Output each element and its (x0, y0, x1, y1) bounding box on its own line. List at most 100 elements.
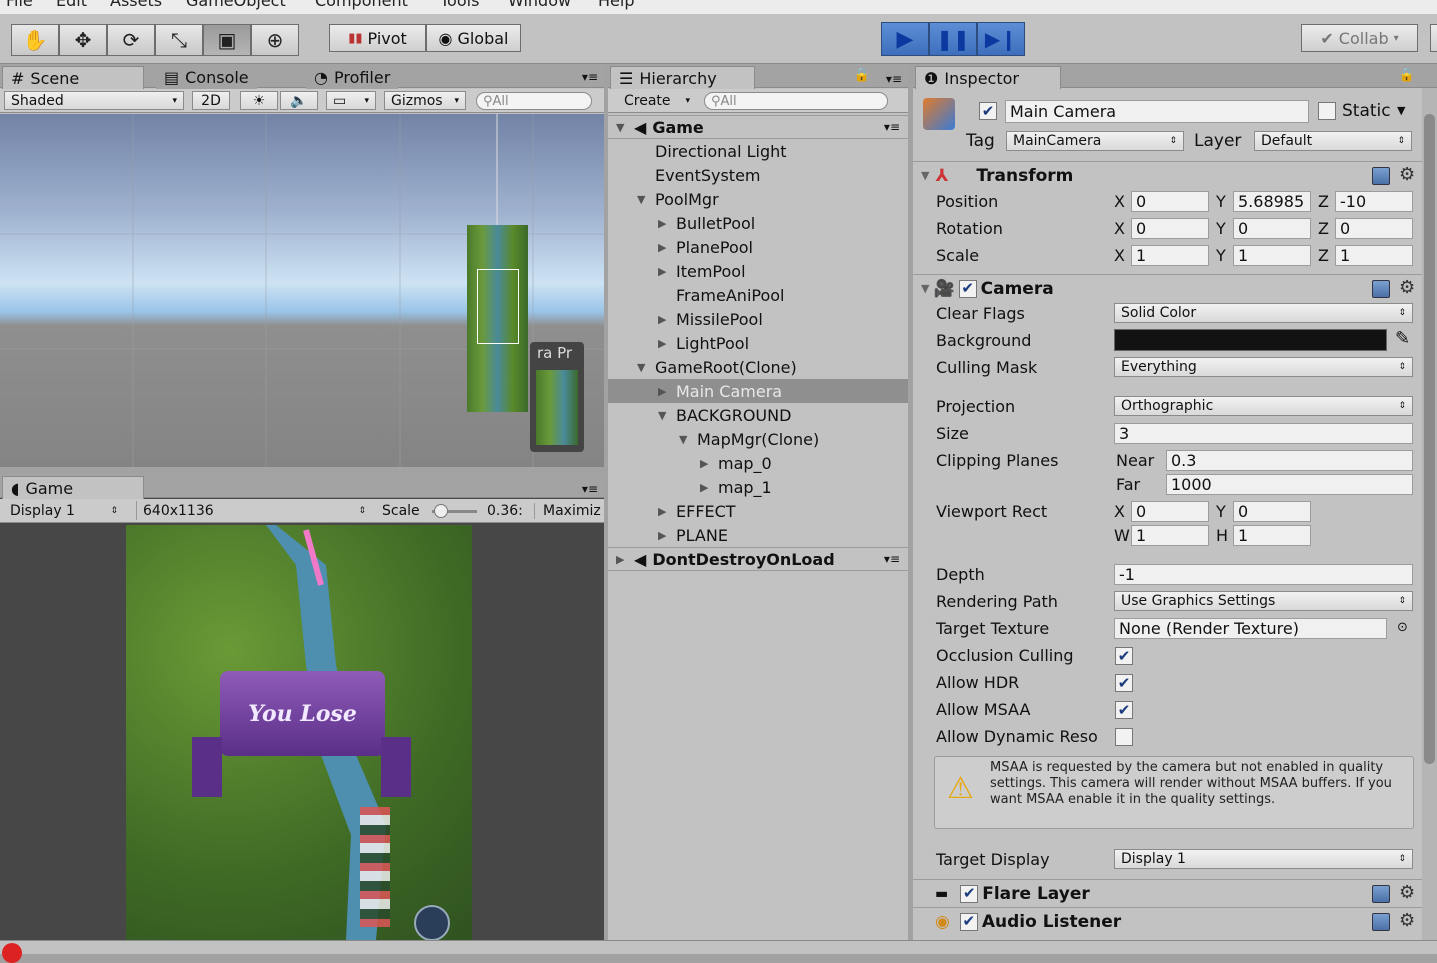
maximize-toggle[interactable]: Maximiz (534, 503, 601, 519)
tab-profiler[interactable]: ◔ Profiler (306, 66, 399, 89)
transform-tool-button[interactable]: ⊕ (251, 24, 299, 56)
play-button[interactable]: ▶ (881, 22, 929, 56)
tab-game[interactable]: ◖ Game (2, 476, 144, 499)
menu-component[interactable]: Component (315, 0, 408, 10)
lock-icon[interactable]: 🔒 (854, 68, 870, 83)
hierarchy-item[interactable]: ▶ ItemPool (608, 259, 908, 283)
scene-menu-icon[interactable]: ▾≡ (884, 552, 900, 566)
shading-mode-dropdown[interactable]: Shaded ▾ (4, 91, 184, 110)
allow-dynamic-resolution-checkbox[interactable] (1115, 728, 1133, 746)
collapsed-arrow-icon[interactable]: ▶ (658, 385, 676, 398)
expanded-arrow-icon[interactable]: ▼ (658, 409, 676, 422)
hierarchy-item[interactable]: ▶ map_1 (608, 475, 908, 499)
allow-msaa-checkbox[interactable]: ✔ (1115, 701, 1133, 719)
scene-view[interactable]: ra Pr (0, 114, 604, 467)
gear-icon[interactable]: ⚙ (1399, 882, 1415, 903)
mode-2d-toggle[interactable]: 2D (192, 91, 230, 110)
skill-button[interactable] (414, 905, 450, 940)
target-texture-field[interactable]: None (Render Texture) (1114, 618, 1387, 639)
hierarchy-item[interactable]: ▶ PLANE (608, 523, 908, 547)
projection-dropdown[interactable]: Orthographic ⇕ (1114, 396, 1413, 416)
hierarchy-item[interactable]: ▼ MapMgr(Clone) (608, 427, 908, 451)
hierarchy-item[interactable]: ▶ EFFECT (608, 499, 908, 523)
global-toggle[interactable]: ◉ Global (426, 24, 521, 52)
menu-help[interactable]: Help (598, 0, 634, 10)
camera-enabled-checkbox[interactable]: ✔ (958, 279, 977, 298)
step-button[interactable]: ▶❙ (977, 22, 1025, 56)
collapsed-arrow-icon[interactable]: ▶ (700, 457, 718, 470)
scale-tool-button[interactable]: ⤡ (155, 24, 203, 56)
vp-w-field[interactable]: 1 (1131, 525, 1209, 546)
allow-hdr-checkbox[interactable]: ✔ (1115, 674, 1133, 692)
hierarchy-item[interactable]: ▼ PoolMgr (608, 187, 908, 211)
vp-x-field[interactable]: 0 (1131, 501, 1209, 522)
transform-y-field[interactable]: 1 (1233, 245, 1311, 266)
hand-tool-button[interactable]: ✋ (11, 24, 59, 56)
expanded-arrow-icon[interactable]: ▼ (637, 193, 655, 206)
collapsed-arrow-icon[interactable]: ▶ (658, 505, 676, 518)
flare-layer-header[interactable]: ▬ ✔ Flare Layer ⚙ (913, 879, 1437, 907)
audio-listener-checkbox[interactable]: ✔ (959, 912, 978, 931)
hierarchy-item[interactable]: EventSystem (608, 163, 908, 187)
collapsed-arrow-icon[interactable]: ▶ (658, 241, 676, 254)
camera-header[interactable]: ▼ 🎥 ✔ Camera ⚙ (913, 274, 1437, 302)
culling-mask-dropdown[interactable]: Everything ⇕ (1114, 357, 1413, 377)
hierarchy-item[interactable]: Directional Light (608, 139, 908, 163)
menu-file[interactable]: File (6, 0, 33, 10)
hierarchy-item[interactable]: ▼ ◀ Game ▾≡ (608, 115, 908, 139)
gear-icon[interactable]: ⚙ (1399, 164, 1415, 185)
rotate-tool-button[interactable]: ⟳ (107, 24, 155, 56)
panel-menu-icon[interactable]: ▾≡ (582, 70, 598, 84)
transform-x-field[interactable]: 0 (1131, 218, 1209, 239)
tab-hierarchy[interactable]: ☰ Hierarchy (610, 66, 755, 89)
help-book-icon[interactable] (1372, 913, 1390, 931)
expanded-arrow-icon[interactable]: ▼ (679, 433, 697, 446)
flare-layer-checkbox[interactable]: ✔ (960, 884, 979, 903)
object-name-field[interactable]: Main Camera (1005, 100, 1309, 123)
near-field[interactable]: 0.3 (1166, 450, 1413, 471)
expanded-arrow-icon[interactable]: ▼ (637, 361, 655, 374)
transform-header[interactable]: ▼ ⅄ Transform ⚙ (913, 161, 1437, 189)
collapsed-arrow-icon[interactable]: ▶ (616, 553, 634, 566)
transform-y-field[interactable]: 5.68985 (1233, 191, 1311, 212)
hierarchy-item[interactable]: ▶ PlanePool (608, 235, 908, 259)
effects-dropdown[interactable]: ▭ ▾ (326, 91, 376, 110)
hierarchy-item[interactable]: ▼ GameRoot(Clone) (608, 355, 908, 379)
menu-window[interactable]: Window (508, 0, 571, 10)
audio-toggle[interactable]: 🔈 (280, 91, 318, 110)
pivot-toggle[interactable]: ▮▮ Pivot (329, 24, 426, 52)
rendering-path-dropdown[interactable]: Use Graphics Settings ⇕ (1114, 591, 1413, 611)
collapsed-arrow-icon[interactable]: ▶ (700, 481, 718, 494)
transform-x-field[interactable]: 1 (1131, 245, 1209, 266)
resolution-dropdown[interactable]: 640x1136 ⇕ (136, 501, 372, 520)
hierarchy-item[interactable]: ▶ LightPool (608, 331, 908, 355)
hierarchy-item[interactable]: ▼ BACKGROUND (608, 403, 908, 427)
transform-z-field[interactable]: -10 (1335, 191, 1413, 212)
eyedropper-icon[interactable]: ✎ (1395, 328, 1410, 349)
chevron-down-icon[interactable]: ▼ (1397, 104, 1405, 117)
collapsed-arrow-icon[interactable]: ▶ (658, 265, 676, 278)
active-checkbox[interactable]: ✔ (979, 102, 997, 120)
inspector-scrollbar[interactable] (1422, 88, 1437, 940)
transform-y-field[interactable]: 0 (1233, 218, 1311, 239)
tab-inspector[interactable]: ❶ Inspector (915, 66, 1061, 89)
object-picker-icon[interactable]: ⊙ (1397, 620, 1408, 635)
gear-icon[interactable]: ⚙ (1399, 910, 1415, 931)
far-field[interactable]: 1000 (1166, 474, 1413, 495)
panel-menu-icon[interactable]: ▾≡ (582, 482, 598, 496)
collapsed-arrow-icon[interactable]: ▶ (658, 217, 676, 230)
menu-assets[interactable]: Assets (110, 0, 162, 10)
lighting-toggle[interactable]: ☀ (240, 91, 278, 110)
transform-z-field[interactable]: 1 (1335, 245, 1413, 266)
lock-icon[interactable]: 🔒 (1399, 68, 1415, 83)
occlusion-culling-checkbox[interactable]: ✔ (1115, 647, 1133, 665)
vp-y-field[interactable]: 0 (1233, 501, 1311, 522)
layer-dropdown[interactable]: Default ⇕ (1254, 131, 1412, 151)
move-tool-button[interactable]: ✥ (59, 24, 107, 56)
tag-dropdown[interactable]: MainCamera ⇕ (1006, 131, 1184, 151)
account-button[interactable] (1430, 24, 1437, 52)
tab-console[interactable]: ▤ Console (156, 66, 257, 89)
hierarchy-search-input[interactable]: ⚲ All (704, 92, 888, 110)
create-dropdown[interactable]: Create ▾ (618, 91, 696, 110)
menu-tools[interactable]: Tools (440, 0, 479, 10)
